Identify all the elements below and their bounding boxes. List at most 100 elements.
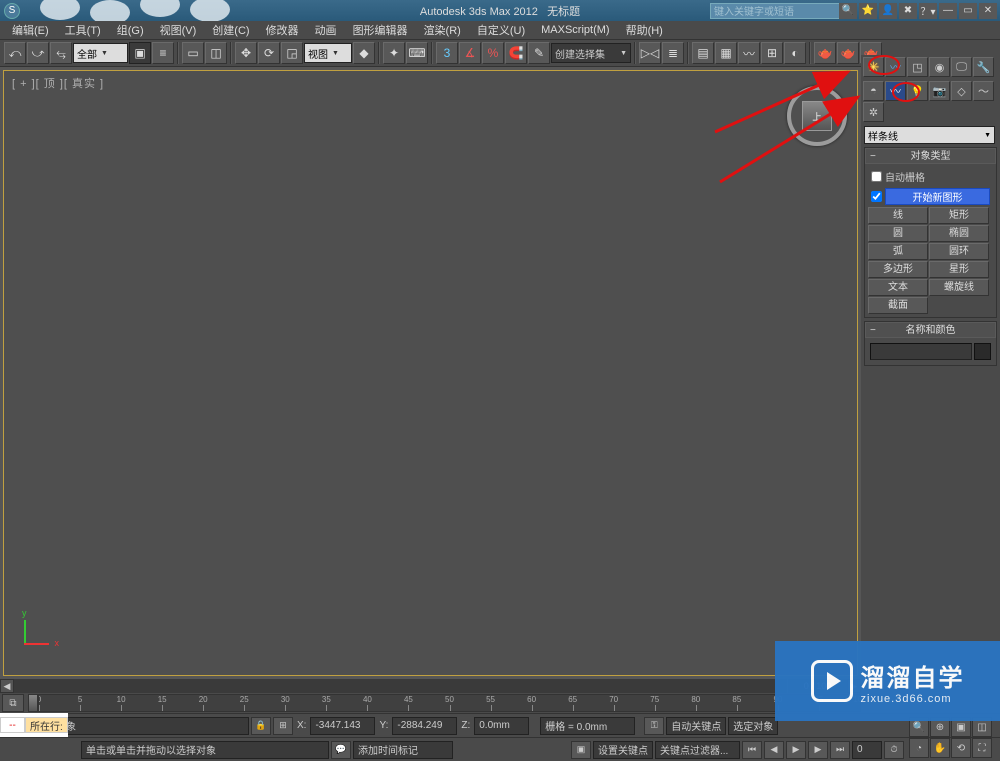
window-crossing-button[interactable]: ◫ xyxy=(205,42,227,64)
named-selection-dropdown[interactable]: 创建选择集 xyxy=(551,43,631,63)
next-frame-button[interactable]: ▶ xyxy=(808,741,828,759)
category-geometry[interactable]: ◓ xyxy=(863,81,884,101)
category-spacewarps[interactable]: 〜 xyxy=(973,81,994,101)
maximize-button[interactable]: ▭ xyxy=(959,3,977,19)
menu-create[interactable]: 创建(C) xyxy=(204,20,257,40)
keyboard-shortcut-toggle[interactable]: ⌨ xyxy=(406,42,428,64)
viewcube[interactable]: 上 xyxy=(792,91,842,141)
object-name-input[interactable] xyxy=(870,343,972,360)
play-button[interactable]: ▶ xyxy=(786,741,806,759)
comm-center-icon[interactable]: 💬 xyxy=(331,741,351,759)
prev-frame-button[interactable]: ◀ xyxy=(764,741,784,759)
select-move-button[interactable]: ✥ xyxy=(235,42,257,64)
select-rotate-button[interactable]: ⟳ xyxy=(258,42,280,64)
tab-motion[interactable]: ◉ xyxy=(929,57,950,77)
category-helpers[interactable]: ◇ xyxy=(951,81,972,101)
key-filters-button[interactable]: 关键点过滤器... xyxy=(655,741,740,759)
btn-circle[interactable]: 圆 xyxy=(868,225,928,242)
exchange-icon[interactable]: ✖ xyxy=(899,3,917,19)
menu-tools[interactable]: 工具(T) xyxy=(57,20,109,40)
time-configuration-button[interactable]: ⏱ xyxy=(884,741,904,759)
start-new-shape-checkbox[interactable] xyxy=(871,191,882,202)
btn-star[interactable]: 星形 xyxy=(929,261,989,278)
infocenter-icon[interactable]: 🔍 xyxy=(839,3,857,19)
graphite-ribbon-button[interactable]: ▦ xyxy=(715,42,737,64)
viewport-label[interactable]: [ + ][ 顶 ][ 真实 ] xyxy=(12,75,104,91)
tab-utilities[interactable]: 🔧 xyxy=(973,57,994,77)
coord-x-input[interactable]: -3447.143 xyxy=(310,717,375,735)
menu-grapheditors[interactable]: 图形编辑器 xyxy=(345,20,416,40)
time-config-button[interactable]: ⧉ xyxy=(2,694,24,712)
redo-button[interactable]: ⤻ xyxy=(27,42,49,64)
tab-display[interactable]: 🖵 xyxy=(951,57,972,77)
goto-start-button[interactable]: ⏮ xyxy=(742,741,762,759)
select-scale-button[interactable]: ◲ xyxy=(281,42,303,64)
btn-section[interactable]: 截面 xyxy=(868,297,928,314)
account-icon[interactable]: 👤 xyxy=(879,3,897,19)
help-dropdown-icon[interactable]: ？▾ xyxy=(919,3,937,19)
category-lights[interactable]: 💡 xyxy=(907,81,928,101)
selection-lock-toggle[interactable]: 🔒 xyxy=(251,717,271,735)
current-frame-spinner[interactable]: 0 xyxy=(852,741,882,759)
menu-maxscript[interactable]: MAXScript(M) xyxy=(533,22,617,38)
ref-coord-system-dropdown[interactable]: 视图 xyxy=(304,43,352,63)
percent-snap-button[interactable]: % xyxy=(482,42,504,64)
tab-create[interactable]: ✳ xyxy=(863,57,884,77)
pan-button[interactable]: ✋ xyxy=(930,738,950,758)
goto-end-button[interactable]: ⏭ xyxy=(830,741,850,759)
render-setup-button[interactable]: 🫖 xyxy=(814,42,836,64)
link-button[interactable]: ⥃ xyxy=(50,42,72,64)
coord-z-input[interactable]: 0.0mm xyxy=(474,717,529,735)
help-search-input[interactable]: 键入关键字或短语 xyxy=(710,3,855,19)
rendered-frame-button[interactable]: 🫖 xyxy=(837,42,859,64)
subscription-icon[interactable]: ⭐ xyxy=(859,3,877,19)
angle-snap-button[interactable]: ∡ xyxy=(459,42,481,64)
spinner-snap-button[interactable]: 🧲 xyxy=(505,42,527,64)
rollout-header-object-type[interactable]: 对象类型 xyxy=(865,148,996,164)
max-toggle-button[interactable]: ⛶ xyxy=(972,738,992,758)
viewport-h-scrollbar[interactable]: ◀ 0 / 100 ▶ xyxy=(0,679,861,693)
menu-group[interactable]: 组(G) xyxy=(109,20,152,40)
menu-animation[interactable]: 动画 xyxy=(307,20,345,40)
menu-edit[interactable]: 编辑(E) xyxy=(4,20,57,40)
time-ruler[interactable]: 0510152025303540455055606570758085909510… xyxy=(38,694,861,712)
select-manipulate-button[interactable]: ✦ xyxy=(383,42,405,64)
menu-rendering[interactable]: 渲染(R) xyxy=(416,20,469,40)
time-slider-handle[interactable] xyxy=(28,694,38,712)
orbit-button[interactable]: ⟲ xyxy=(951,738,971,758)
category-cameras[interactable]: 📷 xyxy=(929,81,950,101)
key-mode-toggle-icon[interactable]: ⚿ xyxy=(644,717,664,735)
tab-modify[interactable]: 〰 xyxy=(885,57,906,77)
select-by-name-button[interactable]: ≡ xyxy=(152,42,174,64)
align-button[interactable]: ≣ xyxy=(662,42,684,64)
btn-arc[interactable]: 弧 xyxy=(868,243,928,260)
use-pivot-center-button[interactable]: ◆ xyxy=(353,42,375,64)
curve-editor-button[interactable]: 〰 xyxy=(738,42,760,64)
btn-helix[interactable]: 螺旋线 xyxy=(929,279,989,296)
menu-help[interactable]: 帮助(H) xyxy=(618,20,671,40)
category-shapes[interactable]: 〰 xyxy=(885,81,906,101)
set-key-button[interactable]: 设置关键点 xyxy=(593,741,653,759)
tab-hierarchy[interactable]: ◳ xyxy=(907,57,928,77)
coord-y-input[interactable]: -2884.249 xyxy=(392,717,457,735)
snap-toggle-button[interactable]: 3 xyxy=(436,42,458,64)
isolate-toggle-icon[interactable]: ▣ xyxy=(571,741,591,759)
edit-named-sel-button[interactable]: ✎ xyxy=(528,42,550,64)
auto-key-button[interactable]: 自动关键点 xyxy=(666,717,726,735)
mirror-button[interactable]: ▷◁ xyxy=(639,42,661,64)
object-color-swatch[interactable] xyxy=(974,343,991,360)
selection-filter-dropdown[interactable]: 全部 xyxy=(73,43,128,63)
undo-button[interactable]: ⤺ xyxy=(4,42,26,64)
add-time-tag-button[interactable]: 添加时间标记 xyxy=(353,741,453,759)
btn-text[interactable]: 文本 xyxy=(868,279,928,296)
absolute-relative-toggle[interactable]: ⊞ xyxy=(273,717,293,735)
minimize-button[interactable]: — xyxy=(939,3,957,19)
btn-ellipse[interactable]: 椭圆 xyxy=(929,225,989,242)
top-viewport[interactable]: [ + ][ 顶 ][ 真实 ] 上 xyxy=(3,70,858,676)
btn-rectangle[interactable]: 矩形 xyxy=(929,207,989,224)
fov-button[interactable]: ◔ xyxy=(909,738,929,758)
menu-modifiers[interactable]: 修改器 xyxy=(258,20,307,40)
btn-ngon[interactable]: 多边形 xyxy=(868,261,928,278)
scroll-left-button[interactable]: ◀ xyxy=(0,679,14,693)
autogrid-checkbox[interactable] xyxy=(871,171,882,182)
